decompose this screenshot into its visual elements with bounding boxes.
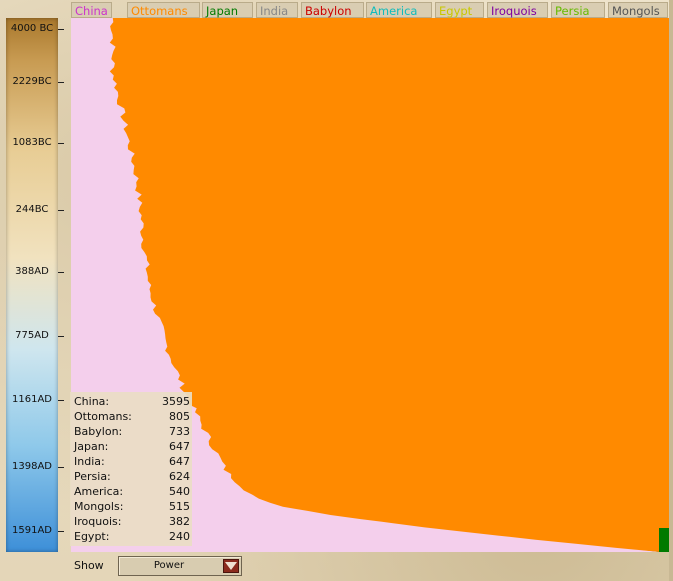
- frame-edge: [669, 0, 673, 581]
- legend-item-egypt: Egypt: [435, 2, 484, 18]
- time-tick: [58, 530, 64, 532]
- show-dropdown-value: Power: [153, 560, 185, 571]
- dropdown-arrow-button[interactable]: [223, 559, 239, 573]
- stat-row: Persia: 624: [74, 469, 190, 484]
- time-tick: [58, 28, 64, 30]
- stat-value: 540: [169, 485, 190, 498]
- stat-name: Iroquois:: [74, 515, 122, 528]
- area-japan-tail: [659, 528, 669, 552]
- stat-value: 624: [169, 470, 190, 483]
- stat-row: Mongols: 515: [74, 499, 190, 514]
- legend-item-iroquois: Iroquois: [487, 2, 548, 18]
- time-label: 775AD: [15, 329, 49, 341]
- stat-value: 515: [169, 500, 190, 513]
- legend-item-mongols: Mongols: [608, 2, 668, 18]
- stat-value: 3595: [162, 395, 190, 408]
- time-tick: [58, 210, 64, 212]
- time-tick: [58, 271, 64, 273]
- power-score-list: China: 3595 Ottomans: 805 Babylon: 733 Japan: 6…: [70, 392, 192, 546]
- legend-item-ottomans: Ottomans: [127, 2, 200, 18]
- stat-name: Japan:: [74, 440, 109, 453]
- time-tick: [58, 143, 64, 145]
- legend-item-india: India: [256, 2, 298, 18]
- stat-name: India:: [74, 455, 105, 468]
- stat-name: America:: [74, 485, 124, 498]
- legend-item-america: America: [366, 2, 432, 18]
- stat-row: Ottomans: 805: [74, 409, 190, 424]
- chevron-down-icon: [225, 562, 237, 570]
- legend-item-japan: Japan: [202, 2, 253, 18]
- area-ottomans: [109, 18, 669, 552]
- show-label: Show: [74, 559, 104, 572]
- show-dropdown[interactable]: Power: [118, 556, 242, 576]
- stat-name: Persia:: [74, 470, 111, 483]
- time-axis-bar: [6, 18, 58, 552]
- time-label: 4000 BC: [10, 22, 54, 34]
- time-label: 2229BC: [12, 76, 52, 88]
- time-label: 1083BC: [12, 137, 52, 149]
- time-tick: [58, 335, 64, 337]
- stat-value: 733: [169, 425, 190, 438]
- stat-row: Iroquois: 382: [74, 514, 190, 529]
- legend-item-babylon: Babylon: [301, 2, 364, 18]
- legend-item-persia: Persia: [551, 2, 605, 18]
- time-tick: [58, 399, 64, 401]
- stat-row: India: 647: [74, 454, 190, 469]
- stat-row: Egypt: 240: [74, 529, 190, 544]
- stat-name: Egypt:: [74, 530, 110, 543]
- stat-value: 805: [169, 410, 190, 423]
- stat-name: Mongols:: [74, 500, 124, 513]
- time-tick: [58, 466, 64, 468]
- time-label: 244BC: [15, 204, 49, 216]
- time-label: 1591AD: [12, 524, 52, 536]
- legend-item-china: China: [71, 2, 112, 18]
- time-label: 388AD: [15, 265, 49, 277]
- stat-value: 240: [169, 530, 190, 543]
- stat-name: Babylon:: [74, 425, 123, 438]
- stat-row: Japan: 647: [74, 439, 190, 454]
- time-label: 1398AD: [12, 460, 52, 472]
- time-label: 1161AD: [12, 393, 52, 405]
- time-tick: [58, 82, 64, 84]
- stat-value: 382: [169, 515, 190, 528]
- stat-value: 647: [169, 440, 190, 453]
- stat-row: Babylon: 733: [74, 424, 190, 439]
- stat-name: China:: [74, 395, 110, 408]
- stat-value: 647: [169, 455, 190, 468]
- stat-name: Ottomans:: [74, 410, 132, 423]
- stat-row: China: 3595: [74, 394, 190, 409]
- stat-row: America: 540: [74, 484, 190, 499]
